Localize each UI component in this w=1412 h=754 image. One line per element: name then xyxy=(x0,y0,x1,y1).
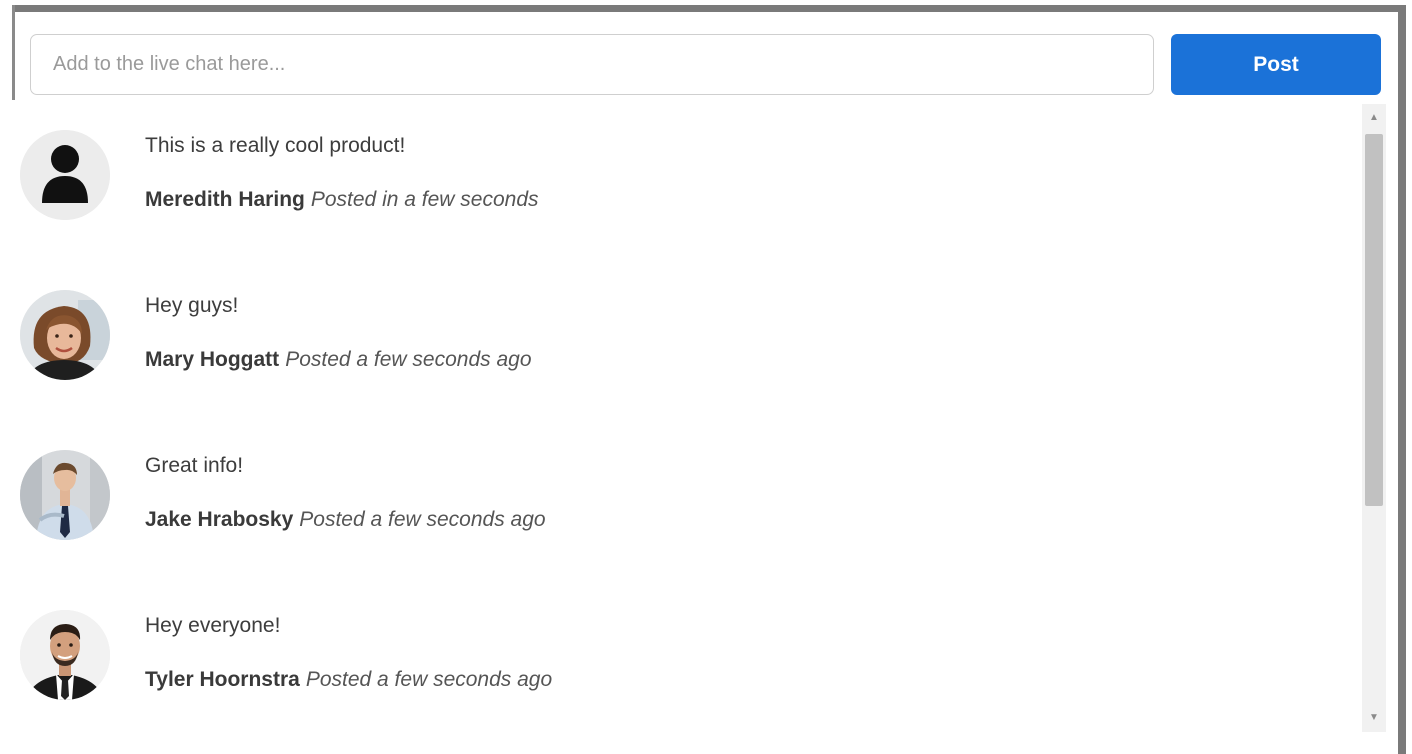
woman-photo-avatar xyxy=(20,290,110,380)
message-time: Posted a few seconds ago xyxy=(299,508,546,531)
man-suit-photo-avatar xyxy=(20,610,110,700)
message-list-scrollbar[interactable]: ▲ ▼ xyxy=(1362,104,1386,732)
chat-message: Great info! Jake Hrabosky Posted a few se… xyxy=(14,424,1354,544)
scrollbar-thumb[interactable] xyxy=(1365,134,1383,506)
man-tie-photo-avatar xyxy=(20,450,110,540)
message-text: Hey guys! xyxy=(145,294,239,317)
message-meta: Meredith Haring Posted in a few seconds xyxy=(145,188,539,212)
window-right-border xyxy=(1398,5,1406,754)
message-author: Jake Hrabosky xyxy=(145,508,294,531)
default-user-icon xyxy=(20,130,110,220)
message-time: Posted in a few seconds xyxy=(310,188,539,211)
message-time: Posted a few seconds ago xyxy=(305,668,553,691)
message-author: Meredith Haring xyxy=(145,188,305,211)
message-time: Posted a few seconds ago xyxy=(285,348,532,371)
message-text: Hey everyone! xyxy=(145,614,281,637)
message-meta: Tyler Hoornstra Posted a few seconds ago xyxy=(145,668,552,692)
window-top-border xyxy=(14,5,1406,12)
chat-message: This is a really cool product! Meredith … xyxy=(14,104,1354,224)
live-chat-panel: Post This is a really cool product! Mere… xyxy=(0,0,1412,754)
post-button[interactable]: Post xyxy=(1171,34,1381,95)
scroll-down-arrow-icon[interactable]: ▼ xyxy=(1362,706,1386,728)
live-chat-input[interactable] xyxy=(30,34,1154,95)
message-meta: Mary Hoggatt Posted a few seconds ago xyxy=(145,348,532,372)
window-left-edge xyxy=(12,5,15,100)
message-author: Tyler Hoornstra xyxy=(145,668,300,691)
message-meta: Jake Hrabosky Posted a few seconds ago xyxy=(145,508,546,532)
message-list[interactable]: This is a really cool product! Meredith … xyxy=(14,104,1362,732)
chat-message: Hey guys! Mary Hoggatt Posted a few secon… xyxy=(14,264,1354,384)
scroll-up-arrow-icon[interactable]: ▲ xyxy=(1362,106,1386,128)
message-text: This is a really cool product! xyxy=(145,134,406,157)
chat-message: Hey everyone! Tyler Hoornstra Posted a fe… xyxy=(14,584,1354,704)
message-text: Great info! xyxy=(145,454,244,477)
message-author: Mary Hoggatt xyxy=(145,348,280,371)
